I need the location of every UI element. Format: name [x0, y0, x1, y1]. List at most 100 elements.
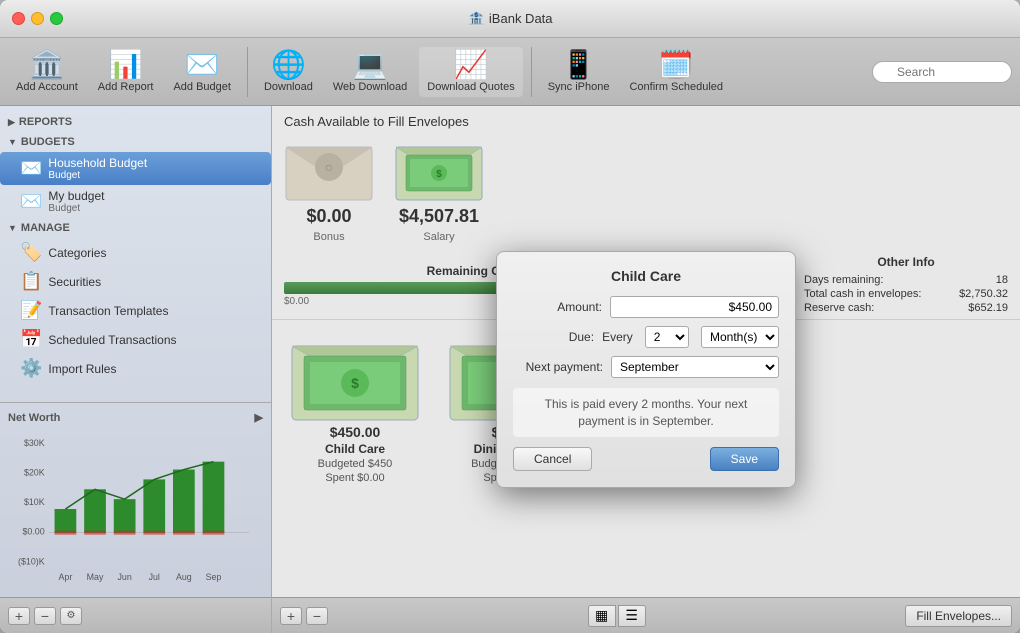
add-budget-icon: ✉️: [185, 51, 220, 79]
modal-info-text: This is paid every 2 months. Your next p…: [513, 388, 779, 438]
minimize-button[interactable]: [31, 12, 44, 25]
sidebar-manage-header[interactable]: ▼ MANAGE: [0, 218, 271, 238]
add-budget-label: Add Budget: [173, 81, 231, 93]
sidebar-item-securities[interactable]: 📋 Securities: [0, 267, 271, 296]
main-content: ▶ REPORTS ▼ BUDGETS ✉️ Household Budget …: [0, 106, 1020, 633]
net-worth-header[interactable]: Net Worth ▶: [0, 407, 271, 428]
app-window: 🏦 iBank Data 🏛️ Add Account 📊 Add Report…: [0, 0, 1020, 633]
budgets-label: BUDGETS: [21, 136, 75, 148]
child-care-modal: Child Care Amount: Due: Every 2 1 3: [496, 251, 796, 489]
import-rules-label: Import Rules: [48, 362, 116, 376]
categories-label: Categories: [48, 246, 106, 260]
download-quotes-button[interactable]: 📈 Download Quotes: [419, 47, 522, 97]
chart-svg: $30K $20K $10K $0.00 ($10)K: [8, 434, 263, 587]
search-wrap: 🔍: [872, 61, 1012, 83]
modal-cancel-button[interactable]: Cancel: [513, 447, 592, 471]
download-label: Download: [264, 81, 313, 93]
my-budget-label: My budget: [48, 189, 104, 203]
confirm-scheduled-icon: 🗓️: [659, 51, 694, 79]
add-report-icon: 📊: [108, 51, 143, 79]
svg-text:May: May: [87, 572, 104, 582]
toolbar-separator-1: [247, 47, 248, 97]
modal-next-payment-row: Next payment: September October November: [513, 356, 779, 378]
household-budget-label: Household Budget: [48, 156, 147, 170]
add-account-button[interactable]: 🏛️ Add Account: [8, 47, 86, 97]
svg-text:Sep: Sep: [206, 572, 222, 582]
close-button[interactable]: [12, 12, 25, 25]
add-account-icon: 🏛️: [29, 51, 64, 79]
svg-text:Jul: Jul: [149, 572, 160, 582]
add-report-button[interactable]: 📊 Add Report: [90, 47, 162, 97]
securities-label: Securities: [48, 275, 101, 289]
modal-due-number-select[interactable]: 2 1 3: [645, 326, 689, 348]
sidebar-budgets-header[interactable]: ▼ BUDGETS: [0, 132, 271, 152]
search-input[interactable]: [872, 61, 1012, 83]
sidebar-item-categories[interactable]: 🏷️ Categories: [0, 238, 271, 267]
svg-text:Aug: Aug: [176, 572, 192, 582]
sidebar-item-my-budget[interactable]: ✉️ My budget Budget: [0, 185, 271, 218]
reports-label: REPORTS: [19, 116, 72, 128]
modal-amount-input[interactable]: [610, 296, 779, 318]
net-worth-arrow-icon: ▶: [255, 411, 263, 424]
download-quotes-icon: 📈: [454, 51, 489, 79]
modal-amount-label: Amount:: [513, 300, 602, 314]
sidebar-item-scheduled-transactions[interactable]: 📅 Scheduled Transactions: [0, 325, 271, 354]
svg-text:Jun: Jun: [117, 572, 131, 582]
title-icon: 🏦: [467, 10, 484, 27]
confirm-scheduled-button[interactable]: 🗓️ Confirm Scheduled: [621, 47, 731, 97]
household-budget-icon: ✉️: [20, 158, 42, 179]
download-button[interactable]: 🌐 Download: [256, 47, 321, 97]
remove-sidebar-button[interactable]: −: [34, 607, 56, 625]
sidebar-reports-header[interactable]: ▶ REPORTS: [0, 112, 271, 132]
svg-text:$20K: $20K: [24, 467, 45, 477]
action-sidebar-button[interactable]: ⚙: [60, 607, 82, 625]
reports-arrow-icon: ▶: [8, 117, 15, 128]
window-controls: [12, 12, 63, 25]
scheduled-icon: 📅: [20, 329, 42, 350]
web-download-button[interactable]: 💻 Web Download: [325, 47, 415, 97]
securities-icon: 📋: [20, 271, 42, 292]
sync-iphone-icon: 📱: [561, 51, 596, 79]
modal-overlay: Child Care Amount: Due: Every 2 1 3: [272, 106, 1020, 633]
sidebar-item-transaction-templates[interactable]: 📝 Transaction Templates: [0, 296, 271, 325]
net-worth-label: Net Worth: [8, 412, 60, 424]
modal-save-button[interactable]: Save: [710, 447, 779, 471]
my-budget-icon: ✉️: [20, 191, 42, 212]
add-sidebar-button[interactable]: +: [8, 607, 30, 625]
modal-next-payment-label: Next payment:: [513, 360, 603, 374]
scheduled-label: Scheduled Transactions: [48, 333, 176, 347]
sidebar: ▶ REPORTS ▼ BUDGETS ✉️ Household Budget …: [0, 106, 272, 633]
net-worth-section: Net Worth ▶ $30K $20K $10K $0.00 ($10)K: [0, 402, 271, 597]
modal-due-prefix: Every: [602, 330, 633, 344]
modal-due-unit-select[interactable]: Month(s) Week(s) Year(s): [701, 326, 779, 348]
add-report-label: Add Report: [98, 81, 154, 93]
modal-due-row: Due: Every 2 1 3 Month(s) Week(s) Year(s…: [513, 326, 779, 348]
svg-text:Apr: Apr: [59, 572, 73, 582]
maximize-button[interactable]: [50, 12, 63, 25]
modal-due-label: Due:: [513, 330, 594, 344]
modal-next-payment-select[interactable]: September October November: [611, 356, 779, 378]
svg-text:($10)K: ($10)K: [18, 556, 45, 566]
templates-icon: 📝: [20, 300, 42, 321]
add-budget-button[interactable]: ✉️ Add Budget: [165, 47, 239, 97]
sidebar-item-import-rules[interactable]: ⚙️ Import Rules: [0, 354, 271, 383]
modal-buttons: Cancel Save: [513, 447, 779, 471]
titlebar: 🏦 iBank Data: [0, 0, 1020, 38]
sidebar-item-household-budget[interactable]: ✉️ Household Budget Budget: [0, 152, 271, 185]
svg-text:$30K: $30K: [24, 438, 45, 448]
sync-iphone-button[interactable]: 📱 Sync iPhone: [540, 47, 618, 97]
categories-icon: 🏷️: [20, 242, 42, 263]
net-worth-chart: $30K $20K $10K $0.00 ($10)K: [0, 428, 271, 593]
title-text: iBank Data: [489, 11, 553, 26]
modal-amount-row: Amount:: [513, 296, 779, 318]
svg-text:$10K: $10K: [24, 497, 45, 507]
templates-label: Transaction Templates: [48, 304, 168, 318]
household-budget-sub: Budget: [48, 170, 147, 181]
modal-title: Child Care: [513, 268, 779, 284]
download-icon: 🌐: [271, 51, 306, 79]
window-title: 🏦 iBank Data: [467, 10, 552, 27]
add-account-label: Add Account: [16, 81, 78, 93]
budgets-arrow-icon: ▼: [8, 137, 17, 147]
confirm-scheduled-label: Confirm Scheduled: [629, 81, 723, 93]
toolbar: 🏛️ Add Account 📊 Add Report ✉️ Add Budge…: [0, 38, 1020, 106]
